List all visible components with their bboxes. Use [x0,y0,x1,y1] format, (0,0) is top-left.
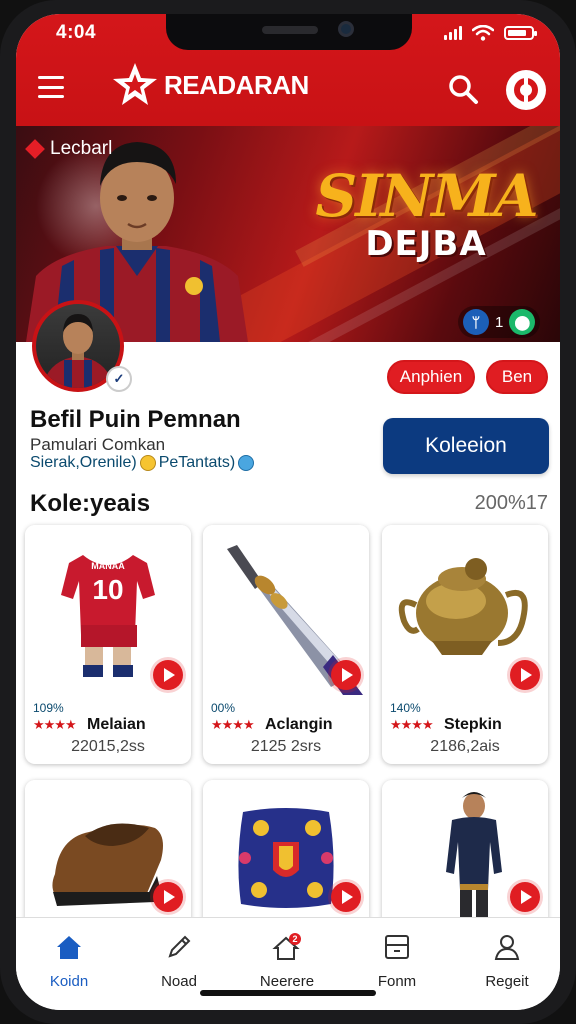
rating-stars: ★★★★ [33,717,77,732]
star-logo-icon [113,63,157,105]
home-indicator[interactable] [200,990,376,996]
section-count: 200%17 [474,492,548,514]
face-emoji-icon [238,455,255,471]
card-percent: 00% [211,701,236,715]
section-title: Kole:yeais [30,490,151,517]
collection-card[interactable]: MANAA 10 109% ★★★★ Melaian 22015,2ss [25,525,191,764]
nav-item-regeit[interactable]: Regeit [462,932,552,990]
rating-stars: ★★★★ [211,717,255,732]
card-name: Aclangin [265,716,333,733]
card-meta: 2186,2ais [430,738,500,755]
bottom-nav: Koidn Noad 2 Neerere Fonm Regeit [16,917,560,1010]
house-alert-icon: 2 [272,933,301,960]
banner-stat-count: 1 [495,313,504,331]
collection-button[interactable]: Koleeion [383,418,549,474]
pen-icon [168,935,191,958]
banner-label: Lecbarl [25,138,113,160]
jersey-name-text: MANAA [91,561,125,571]
share-icon: ᛘ [463,309,489,335]
banner-title: SINMA DEJBA [306,162,546,264]
profile-name: Befil Puin Pemnan [30,406,241,433]
app-logo: READARAN [110,60,309,110]
search-icon[interactable] [446,72,480,106]
app-screen: 4:04 READARAN Lecbarl SINMA DEJBA ᛘ 1 ⬤ … [16,14,560,1010]
nav-label: Fonm [377,973,417,990]
user-icon [494,935,520,960]
status-icons [444,25,537,41]
nav-label: Regeit [485,973,529,990]
jersey-number-text: 10 [92,574,123,605]
banner-title-line1: SINMA [315,162,538,230]
banner-stats[interactable]: ᛘ 1 ⬤ [458,306,541,338]
camera [338,21,354,37]
notch [166,14,412,50]
card-meta: 2125 2srs [250,738,322,755]
profile-menu-button[interactable] [506,70,546,110]
battery-fill [508,30,526,36]
play-button[interactable] [510,660,540,690]
play-button[interactable] [153,882,183,912]
signal-icon [444,26,462,40]
nav-item-fonm[interactable]: Fonm [352,932,442,990]
profile-tag-2: PeTantats) [158,454,236,471]
nav-item-noad[interactable]: Noad [134,932,224,990]
badge-icon: ⬤ [509,309,536,335]
app-header: 4:04 READARAN [16,14,560,126]
card-percent: 140% [390,701,421,715]
play-button[interactable] [153,660,183,690]
banner-title-line2: DEJBA [365,224,487,264]
card-meta: 22015,2ss [71,738,145,755]
banner-label-text: Lecbarl [50,138,113,159]
collection-card[interactable] [382,780,548,930]
smile-emoji-icon [139,455,156,471]
play-button[interactable] [510,882,540,912]
status-time: 4:04 [56,22,97,43]
card-name: Melaian [87,716,146,733]
nav-item-neerere[interactable]: 2 Neerere [242,932,332,990]
collection-card[interactable] [25,780,191,930]
battery-icon [504,26,537,40]
home-icon [57,936,81,959]
rating-stars: ★★★★ [390,717,434,732]
nav-item-home[interactable]: Koidn [24,932,114,990]
wifi-icon [472,25,494,41]
card-icon [385,935,409,959]
play-button[interactable] [331,660,361,690]
app-name: READARAN [164,69,309,100]
card-name: Stepkin [444,716,502,733]
verified-badge-icon: ✓ [106,366,132,392]
play-button[interactable] [331,882,361,912]
lifebuoy-icon [514,77,538,103]
nav-label: Koidn [49,973,89,990]
collection-card[interactable]: 00% ★★★★ Aclangin 2125 2srs [203,525,369,764]
profile-tags: Sierak,Orenile) PeTantats) [30,454,255,472]
action-pill-2[interactable]: Ben [486,360,548,394]
nav-badge: 2 [292,934,297,944]
nav-label: Noad [161,973,197,990]
collection-card[interactable]: 140% ★★★★ Stepkin 2186,2ais [382,525,548,764]
profile-tag-1: Sierak,Orenile) [30,454,137,471]
card-percent: 109% [33,701,64,715]
action-pill-1[interactable]: Anphien [387,360,475,394]
nav-label: Neerere [259,973,315,990]
profile-subtitle: Pamulari Comkan [30,435,166,454]
diamond-icon [25,139,45,159]
collection-card[interactable] [203,780,369,930]
menu-button[interactable] [38,76,64,98]
speaker [262,26,318,34]
